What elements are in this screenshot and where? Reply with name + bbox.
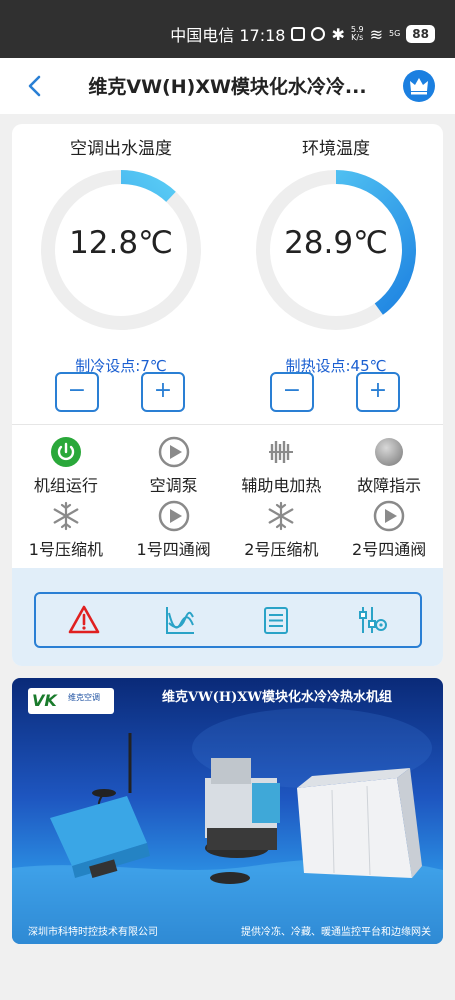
- status-compressor-1: 1号压缩机: [12, 500, 120, 560]
- gauge-title: 环境温度: [302, 139, 370, 159]
- heating-decrease-button[interactable]: −: [270, 372, 314, 412]
- logo-brand: 维克空调: [68, 693, 100, 702]
- status-four-way-valve-2: 2号四通阀: [335, 500, 443, 560]
- chart-icon[interactable]: [163, 603, 197, 637]
- status-label: 空调泵: [149, 476, 198, 495]
- heater-icon: [269, 441, 294, 463]
- main-card: 空调出水温度 12.8℃ 制冷设点:7℃ 环境温度 28.9℃ 制热设点:45℃…: [12, 124, 443, 666]
- snowflake-icon: [268, 501, 294, 531]
- toolbar-area: [12, 568, 443, 666]
- brand-logo: VK 维克空调: [28, 688, 114, 714]
- cooling-decrease-button[interactable]: −: [55, 372, 99, 412]
- heating-increase-button[interactable]: +: [356, 372, 400, 412]
- gauge-ring: 28.9℃: [253, 167, 419, 333]
- heating-adjust-buttons: − +: [270, 372, 400, 412]
- gauge-value: 28.9℃: [284, 225, 388, 261]
- gauge-outlet-water-temp: 空调出水温度 12.8℃ 制冷设点:7℃: [26, 134, 216, 376]
- status-label: 1号压缩机: [28, 540, 103, 559]
- settings-sliders-icon[interactable]: [355, 603, 389, 637]
- status-row-1: 机组运行 空调泵 辅助电加热 故障指示: [12, 436, 443, 496]
- pump-play-icon: [158, 436, 189, 468]
- status-fault-indicator: 故障指示: [335, 436, 443, 496]
- banner-title: 维克VW(H)XW模块化水冷冷热水机组: [162, 690, 392, 705]
- toolbar: [34, 592, 422, 648]
- cooling-increase-button[interactable]: +: [141, 372, 185, 412]
- wifi-icon: ≋: [369, 24, 383, 44]
- chevron-left-icon: [28, 75, 41, 97]
- gauge-ring: 12.8℃: [38, 167, 204, 333]
- status-aux-heater: 辅助电加热: [228, 436, 336, 496]
- signal-icon: 5G: [389, 29, 401, 38]
- status-label: 机组运行: [33, 476, 98, 495]
- network-speed-unit: K/s: [351, 33, 364, 42]
- page-title: 维克VW(H)XW模块化水冷冷...: [88, 76, 367, 98]
- valve-play-icon: [158, 500, 189, 532]
- product-banner[interactable]: VK 维克空调 维克VW(H)XW模块化水冷冷热水机组 深圳市科特时控技术有限公…: [12, 678, 443, 944]
- gauge-title: 空调出水温度: [70, 139, 172, 159]
- banner-company: 深圳市科特时控技术有限公司: [28, 927, 158, 938]
- cooling-adjust-buttons: − +: [55, 372, 185, 412]
- divider: [12, 424, 443, 425]
- list-icon[interactable]: [259, 603, 293, 637]
- status-four-way-valve-1: 1号四通阀: [120, 500, 228, 560]
- banner-artwork: [12, 708, 443, 944]
- status-label: 1号四通阀: [136, 540, 211, 559]
- status-label: 2号四通阀: [352, 540, 427, 559]
- status-ac-pump: 空调泵: [120, 436, 228, 496]
- network-speed: 5.9 K/s: [351, 26, 364, 42]
- snowflake-icon: [53, 501, 79, 531]
- bluetooth-icon: ✱: [331, 24, 345, 44]
- status-label: 2号压缩机: [244, 540, 319, 559]
- status-label: 故障指示: [357, 476, 422, 495]
- gauge-ambient-temp: 环境温度 28.9℃ 制热设点:45℃: [241, 134, 431, 376]
- back-button[interactable]: [22, 72, 50, 100]
- power-icon: [50, 437, 81, 467]
- status-bar: 中国电信 17:18 ✱ 5.9 K/s ≋ 5G 88: [0, 0, 455, 58]
- carrier-time: 中国电信 17:18: [170, 26, 286, 45]
- banner-tagline: 提供冷冻、冷藏、暖通监控平台和边缘网关: [241, 927, 431, 938]
- alarm-clock-icon: [311, 27, 326, 41]
- app-header: 维克VW(H)XW模块化水冷冷...: [0, 58, 455, 114]
- status-label: 辅助电加热: [241, 476, 322, 495]
- gauge-value: 12.8℃: [69, 225, 173, 261]
- status-compressor-2: 2号压缩机: [228, 500, 336, 560]
- valve-play-icon: [373, 500, 405, 532]
- battery-icon: 88: [406, 25, 435, 43]
- status-unit-running: 机组运行: [12, 436, 120, 496]
- crown-icon: [410, 78, 428, 95]
- logo-mark: VK: [32, 691, 57, 710]
- status-bar-right: 中国电信 17:18 ✱ 5.9 K/s ≋ 5G 88: [170, 22, 435, 46]
- banner-footer: 深圳市科特时控技术有限公司 提供冷冻、冷藏、暖通监控平台和边缘网关: [28, 923, 431, 938]
- fault-indicator-icon: [375, 438, 404, 466]
- alarm-icon[interactable]: [67, 603, 101, 637]
- crown-button[interactable]: [403, 70, 435, 102]
- status-row-2: 1号压缩机 1号四通阀 2号压缩机 2号四通阀: [12, 500, 443, 560]
- nfc-icon: [291, 27, 306, 41]
